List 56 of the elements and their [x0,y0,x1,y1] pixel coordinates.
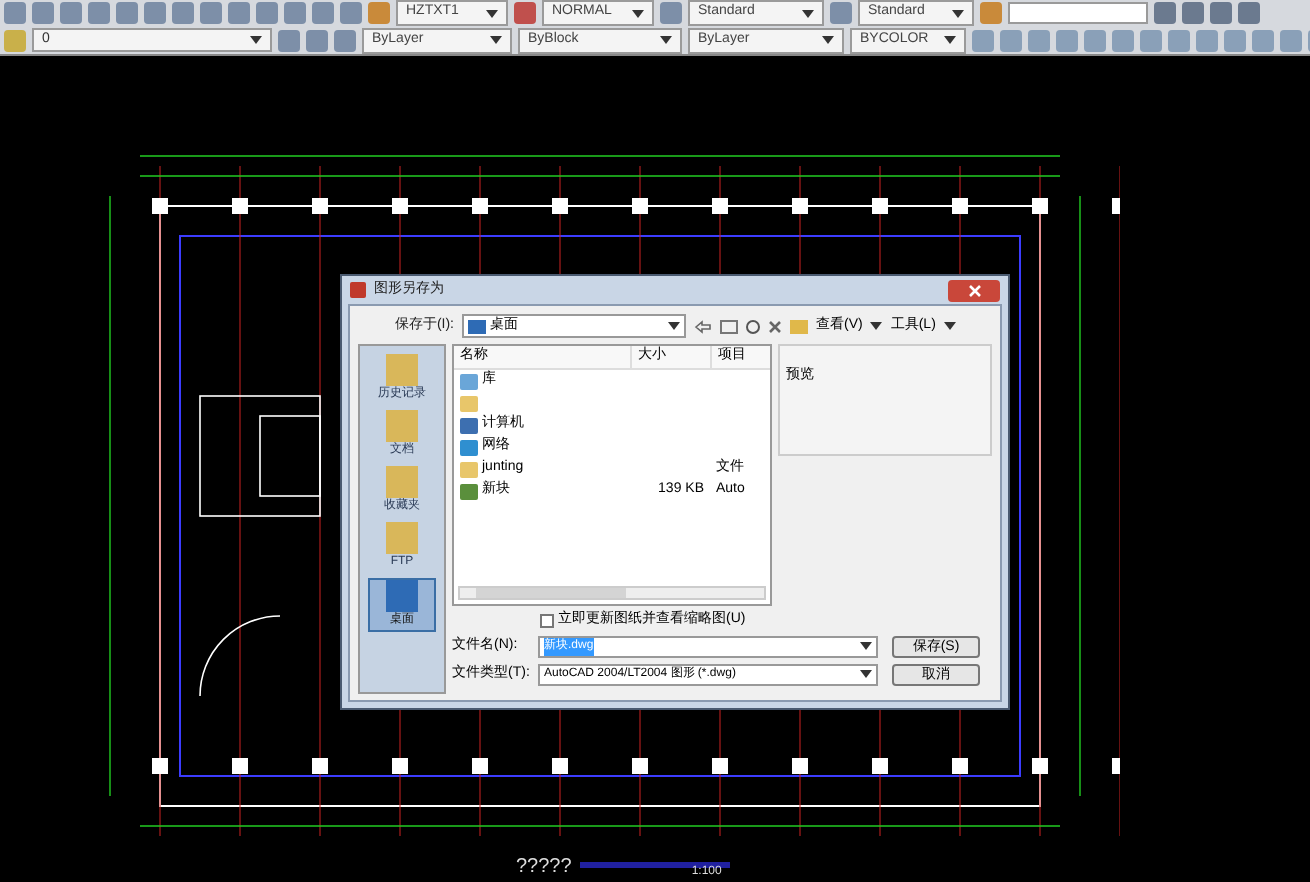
caret-icon [668,322,680,330]
toolbar-icon[interactable] [4,2,26,24]
close-icon [967,283,981,297]
toolbar-icon[interactable] [1238,2,1260,24]
toolbar-icon[interactable] [1252,29,1274,51]
caret-icon [632,9,644,17]
caret-icon [660,36,672,44]
horizontal-scrollbar[interactable] [458,586,766,600]
close-button[interactable] [948,279,1000,301]
toolbar-icon[interactable] [88,2,110,24]
toolbar-icon[interactable] [306,29,328,51]
toolbar-icon[interactable] [1112,29,1134,51]
toolbar-icon[interactable] [1182,2,1204,24]
caret-icon [822,36,834,44]
toolbar-icon[interactable] [278,29,300,51]
toolbar-icon[interactable] [972,29,994,51]
folder-icon [460,461,478,477]
caret-icon [860,642,872,650]
toolbar-icon[interactable] [228,2,250,24]
toolbar-icon[interactable] [60,2,82,24]
caret-icon [952,9,964,17]
toolbar-icon[interactable] [340,2,362,24]
caret-icon [860,670,872,678]
toolbar-icon[interactable] [200,2,222,24]
folder-icon [460,395,478,411]
toolbar-field[interactable] [1008,2,1148,24]
toolbar-icon[interactable] [32,2,54,24]
toolbar-icon[interactable] [1210,2,1232,24]
toolbar-icon[interactable] [334,29,356,51]
caret-icon [250,36,262,44]
caret-icon [870,322,883,330]
toolbar-icon[interactable] [284,2,306,24]
toolbar-icon[interactable] [1196,29,1218,51]
toolbar-icon[interactable] [1140,29,1162,51]
drawing-title: ????? [516,854,572,882]
toolbar-icon[interactable] [1280,29,1302,51]
caret-icon [802,9,814,17]
back-icon[interactable] [694,319,712,333]
toolbar-icon[interactable] [1084,29,1106,51]
toolbar-icon[interactable] [1224,29,1246,51]
toolbar-icon[interactable] [256,2,278,24]
toolbar-icon[interactable] [116,2,138,24]
caret-icon [490,36,502,44]
caret-icon [943,322,956,330]
checkbox[interactable] [540,613,554,627]
toolbar-icon[interactable] [172,2,194,24]
delete-icon [768,319,782,333]
toolbar-icon[interactable] [144,2,166,24]
toolbar-icon[interactable] [312,2,334,24]
toolbar-icon[interactable] [1056,29,1078,51]
toolbar-icon[interactable] [1154,2,1176,24]
caret-icon [486,9,498,17]
toolbar-icon[interactable] [1028,29,1050,51]
caret-icon [944,36,956,44]
toolbar-icon[interactable] [1000,29,1022,51]
toolbar-icon[interactable] [1168,29,1190,51]
